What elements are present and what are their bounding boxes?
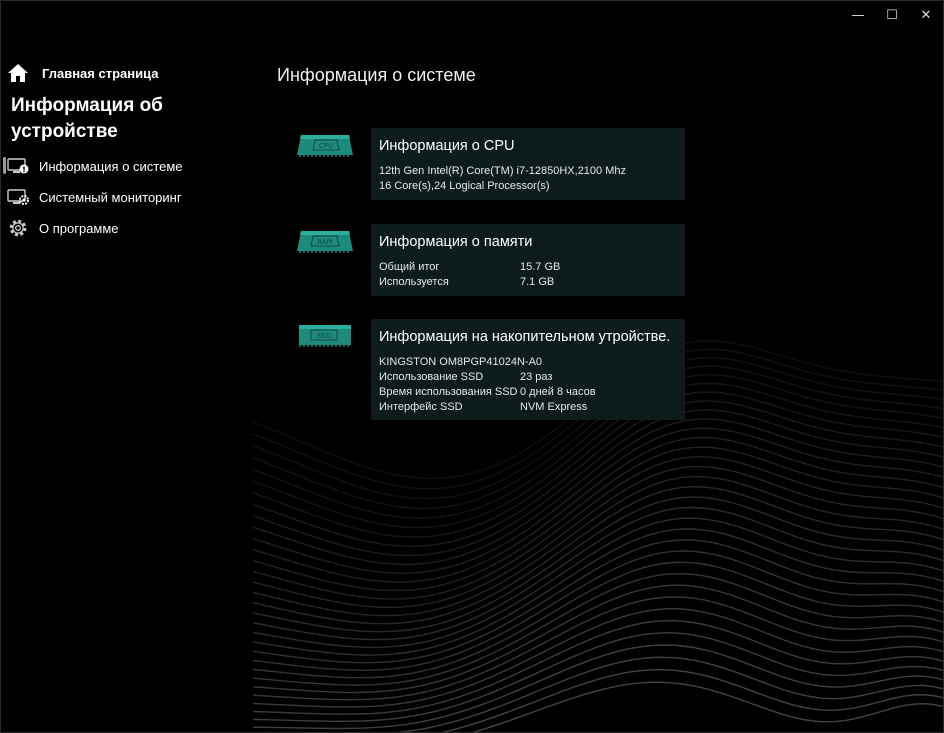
svg-text:SSD: SSD xyxy=(317,332,331,340)
home-nav[interactable]: Главная страница xyxy=(7,61,158,85)
section-title: Информация об устройстве xyxy=(11,95,163,142)
svg-text:CPU: CPU xyxy=(319,142,333,150)
cpu-chip-icon: CPU xyxy=(297,135,353,157)
nav-item-system-info[interactable]: Информация о системе xyxy=(7,155,247,177)
gear-icon xyxy=(7,217,31,239)
sidebar: Главная страница Информация об устройств… xyxy=(1,1,253,732)
row-label: Интерфейс SSD xyxy=(379,401,463,413)
row-label: Общий итог xyxy=(379,261,440,273)
info-row: Использование SSD 23 раз xyxy=(379,371,552,383)
row-value: 7.1 GB xyxy=(520,276,555,288)
info-row: Интерфейс SSD NVM Express xyxy=(379,401,587,413)
nav-item-label: Системный мониторинг xyxy=(39,189,182,205)
nav-item-label: О программе xyxy=(39,220,119,236)
ram-chip-icon: RAM xyxy=(297,231,353,253)
main-content: Информация о системе CPU Информация о CP… xyxy=(253,1,943,732)
selection-indicator xyxy=(3,157,6,174)
card-title: Информация о CPU xyxy=(379,138,515,154)
monitor-info-icon xyxy=(7,155,31,177)
info-row: Общий итог 15.7 GB xyxy=(379,261,560,273)
cpu-model: 12th Gen Intel(R) Core(TM) i7-12850HX,21… xyxy=(379,165,626,177)
page-title: Информация о системе xyxy=(277,65,476,85)
nav-item-about[interactable]: О программе xyxy=(7,217,247,239)
info-row: Время использования SSD 0 дней 8 часов xyxy=(379,386,596,398)
card-title: Информация на накопительном утройстве. xyxy=(379,329,671,345)
row-value: NVM Express xyxy=(520,401,588,413)
monitor-gear-icon xyxy=(7,186,31,208)
row-value: 0 дней 8 часов xyxy=(520,386,596,398)
nav-item-label: Информация о системе xyxy=(39,158,183,174)
cpu-cores: 16 Core(s),24 Logical Processor(s) xyxy=(379,180,550,192)
home-label: Главная страница xyxy=(42,65,159,81)
row-label: Используется xyxy=(379,276,449,288)
svg-text:RAM: RAM xyxy=(317,238,332,246)
app-window: — ☐ ✕ Главная страница Информация об уст… xyxy=(0,0,944,733)
nav-item-system-monitoring[interactable]: Системный мониторинг xyxy=(7,186,247,208)
storage-model: KINGSTON OM8PGP41024N-A0 xyxy=(379,356,543,368)
card-title: Информация о памяти xyxy=(379,234,533,250)
memory-info-card: Информация о памяти Общий итог 15.7 GB И… xyxy=(371,224,685,296)
row-label: Время использования SSD xyxy=(379,386,518,398)
row-value: 23 раз xyxy=(520,371,553,383)
ssd-chip-icon: SSD xyxy=(299,325,351,347)
row-value: 15.7 GB xyxy=(520,261,561,273)
row-label: Использование SSD xyxy=(379,371,484,383)
cpu-info-card: Информация о CPU 12th Gen Intel(R) Core(… xyxy=(371,128,685,200)
storage-info-card: Информация на накопительном утройстве. K… xyxy=(371,319,685,420)
home-icon xyxy=(8,64,28,82)
info-row: Используется 7.1 GB xyxy=(379,276,554,288)
